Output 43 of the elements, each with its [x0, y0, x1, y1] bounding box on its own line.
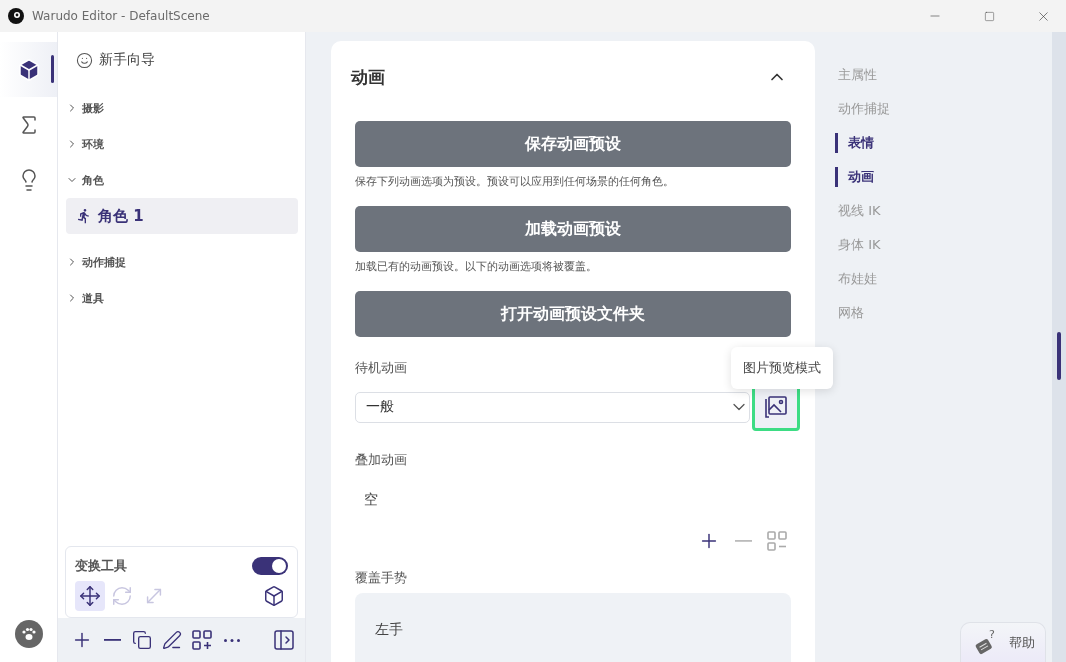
scrollbar-thumb[interactable] — [1057, 332, 1061, 380]
tree-group[interactable]: 摄影 — [66, 90, 298, 126]
avatar-circle[interactable] — [14, 620, 43, 648]
preset-button[interactable]: 保存动画预设 — [355, 121, 791, 167]
help-text: 加载已有的动画预设。以下的动画选项将被覆盖。 — [355, 260, 597, 274]
move-arrows-icon — [79, 585, 101, 607]
guide-link[interactable]: 新手向导 — [99, 51, 155, 69]
tree-group[interactable]: 道具 — [66, 280, 298, 316]
dropdown[interactable]: 一般 — [355, 391, 750, 423]
tree-item[interactable]: 角色 1 — [66, 198, 298, 234]
tree-group[interactable]: 环境 — [66, 126, 298, 162]
minus-icon — [103, 639, 121, 641]
tooltip: 图片预览模式 — [731, 347, 833, 389]
active-indicator — [51, 55, 54, 83]
rotate-arrows-icon — [111, 585, 133, 607]
preset-button[interactable]: 打开动画预设文件夹 — [355, 291, 791, 337]
tree-group[interactable]: 角色 — [66, 162, 298, 198]
field-label: 待机动画 — [355, 359, 407, 377]
section-title: 动画 — [351, 65, 385, 89]
maximize-icon — [983, 10, 995, 22]
cube-icon — [263, 585, 285, 607]
window-title: Warudo Editor - DefaultScene — [32, 9, 211, 23]
help-button[interactable]: ? 帮助 — [960, 622, 1046, 662]
field-label: 叠加动画 — [355, 451, 407, 469]
toggle-switch[interactable] — [252, 557, 288, 575]
panel-title: 变换工具 — [75, 557, 127, 575]
field-label: 覆盖手势 — [355, 569, 407, 587]
copy-icon — [132, 630, 152, 650]
running-figure-icon — [76, 208, 92, 224]
list-item: 左手 — [375, 621, 404, 639]
help-text: 保存下列动画选项为预设。预设可以应用到任何场景的任何角色。 — [355, 175, 674, 189]
image-icon — [764, 395, 788, 419]
preset-button[interactable]: 加载动画预设 — [355, 206, 791, 252]
ellipsis-icon — [224, 638, 240, 642]
move-tool-button[interactable] — [75, 581, 105, 611]
empty-text: 空 — [364, 491, 378, 509]
tree-group[interactable]: 动作捕捉 — [66, 244, 298, 280]
panel-icon — [272, 628, 296, 652]
minus-icon — [734, 540, 752, 542]
smile-icon — [76, 51, 93, 69]
pencil-icon — [162, 630, 182, 650]
app-logo-icon — [8, 8, 24, 24]
paw-icon — [20, 627, 37, 641]
